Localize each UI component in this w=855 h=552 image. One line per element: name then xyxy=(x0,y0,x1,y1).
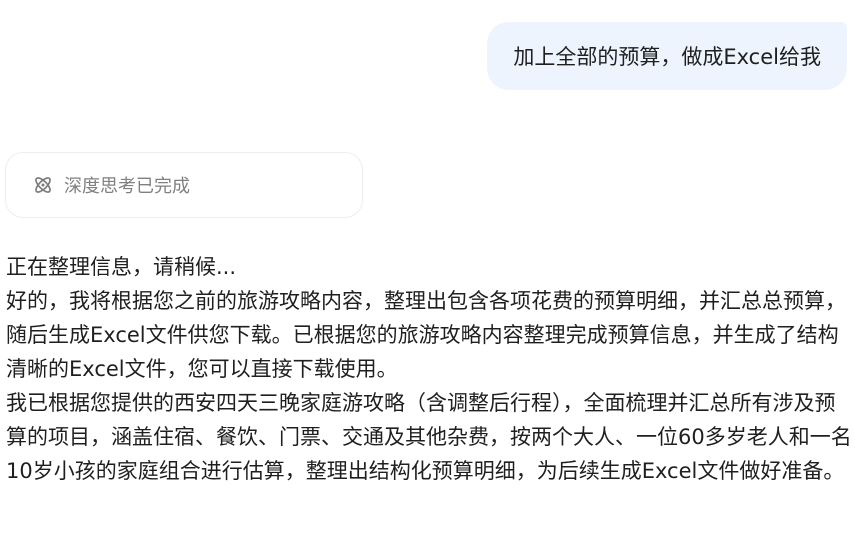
deep-thinking-toggle[interactable]: 深度思考已完成 xyxy=(5,152,363,218)
deep-thinking-label: 深度思考已完成 xyxy=(64,176,190,197)
atom-icon xyxy=(32,174,54,196)
assistant-response: 正在整理信息，请稍候... 好的，我将根据您之前的旅游攻略内容，整理出包含各项花… xyxy=(6,250,852,488)
user-message-text: 加上全部的预算，做成Excel给我 xyxy=(513,45,821,69)
response-paragraph: 我已根据您提供的西安四天三晚家庭游攻略（含调整后行程），全面梳理并汇总所有涉及预… xyxy=(6,391,852,483)
user-message-bubble: 加上全部的预算，做成Excel给我 xyxy=(487,22,847,90)
status-line: 正在整理信息，请稍候... xyxy=(6,255,237,279)
response-paragraph: 好的，我将根据您之前的旅游攻略内容，整理出包含各项花费的预算明细，并汇总总预算，… xyxy=(6,289,846,381)
